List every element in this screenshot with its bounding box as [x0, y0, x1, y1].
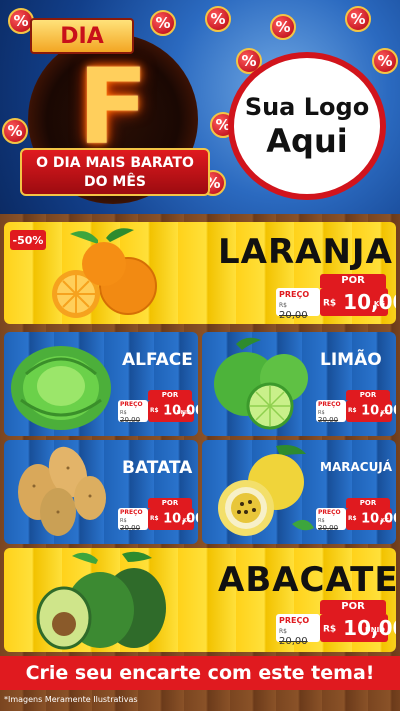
price-tag: POR PREÇO R$ 20,00 R$ 10,00 KG: [316, 498, 396, 534]
slogan-ribbon: O DIA MAIS BARATO DO MÊS: [20, 148, 210, 196]
old-price-value: 20,00: [279, 636, 308, 647]
currency: R$: [323, 298, 337, 309]
por-label: POR: [346, 498, 390, 508]
product-name: ABACATE: [218, 560, 396, 600]
new-price-value: 10,00: [163, 511, 198, 527]
preco-label: PREÇO: [318, 401, 341, 408]
unit: KG: [381, 410, 389, 416]
lettuce-icon: [11, 346, 111, 430]
lime-icon: [214, 337, 308, 430]
product-name: LARANJA: [218, 232, 393, 272]
currency: R$: [348, 408, 357, 414]
new-price-value: 10,00: [361, 511, 396, 527]
product-name: MARACUJÁ: [320, 460, 393, 474]
old-price: PREÇO R$ 20,00: [276, 288, 320, 321]
product-name: ALFACE: [122, 350, 193, 370]
big-f-letter: F: [77, 46, 149, 168]
preco-label: PREÇO: [279, 616, 310, 625]
old-price-value: 20,00: [279, 310, 308, 321]
new-price: R$ 10,00 UNID: [320, 614, 396, 642]
unit: KG: [373, 300, 385, 308]
unit: UNID: [176, 410, 191, 416]
product-name: BATATA: [122, 458, 193, 478]
discount-badge: -50%: [10, 230, 46, 250]
logo-placeholder[interactable]: Sua Logo Aqui: [228, 52, 386, 200]
percent-coin-icon: %: [2, 118, 28, 144]
preco-label: PREÇO: [318, 509, 341, 516]
new-price-value: 10,00: [343, 290, 396, 314]
passion-fruit-icon: [218, 445, 314, 536]
orange-fruit-icon: [52, 228, 157, 318]
old-price-value: 20,00: [318, 524, 339, 532]
unit: UNID: [365, 626, 385, 634]
currency: R$: [150, 516, 159, 522]
dia-label: DIA: [30, 18, 134, 54]
old-price: PREÇO R$ 20,00: [118, 508, 148, 532]
por-label: POR: [346, 390, 390, 400]
unit: KG: [381, 518, 389, 524]
por-label: POR: [320, 274, 386, 288]
old-price: PREÇO R$ 20,00: [316, 400, 346, 424]
cta-text: Crie seu encarte com este tema!: [25, 662, 375, 684]
preco-label: PREÇO: [279, 290, 310, 299]
new-price: R$ 10,00 KG: [320, 288, 396, 316]
old-price-value: 20,00: [318, 416, 339, 424]
logo-line-1: Sua Logo: [244, 93, 370, 121]
old-price: PREÇO R$ 20,00: [118, 400, 148, 424]
percent-coin-icon: %: [372, 48, 398, 74]
percent-coin-icon: %: [205, 6, 231, 32]
old-price: PREÇO R$ 20,00: [276, 614, 320, 647]
product-card-limao[interactable]: LIMÃO POR PREÇO R$ 20,00 R$ 10,00 KG: [202, 332, 396, 436]
header-banner: % % % % % % % % % % F DIA O DIA MAIS BAR…: [0, 0, 400, 222]
currency: R$: [348, 516, 357, 522]
product-card-batata[interactable]: BATATA POR PREÇO R$ 20,00 R$ 10,00 KG: [4, 440, 198, 544]
product-card-alface[interactable]: ALFACE POR PREÇO R$ 20,00 R$ 10,00 UNID: [4, 332, 198, 436]
percent-coin-icon: %: [270, 14, 296, 40]
percent-coin-icon: %: [345, 6, 371, 32]
price-tag: POR PREÇO R$ 20,00 R$ 10,00 UNID: [118, 390, 198, 426]
new-price-value: 10,00: [361, 403, 396, 419]
logo-line-2: Aqui: [266, 122, 348, 160]
preco-label: PREÇO: [120, 509, 143, 516]
por-label: POR: [320, 600, 386, 614]
old-price-value: 20,00: [120, 416, 141, 424]
currency: R$: [323, 624, 337, 635]
price-tag: POR PREÇO R$ 20,00 R$ 10,00 UNID: [276, 600, 396, 647]
avocado-icon: [36, 551, 166, 650]
unit: KG: [183, 518, 191, 524]
potato-icon: [18, 446, 106, 536]
new-price: R$ 10,00 UNID: [148, 400, 198, 422]
old-price-value: 20,00: [120, 524, 141, 532]
currency: R$: [150, 408, 159, 414]
product-name: LIMÃO: [320, 350, 382, 370]
slogan-line-1: O DIA MAIS BARATO: [36, 155, 194, 171]
product-card-abacate[interactable]: ABACATE POR PREÇO R$ 20,00 R$ 10,00 UNID: [4, 548, 396, 652]
new-price: R$ 10,00 KG: [148, 508, 198, 530]
slogan-line-2: DO MÊS: [84, 174, 146, 190]
por-label: POR: [148, 390, 192, 400]
percent-coin-icon: %: [150, 10, 176, 36]
product-card-maracuja[interactable]: MARACUJÁ POR PREÇO R$ 20,00 R$ 10,00 KG: [202, 440, 396, 544]
price-tag: POR PREÇO R$ 20,00 R$ 10,00 KG: [118, 498, 198, 534]
old-price: PREÇO R$ 20,00: [316, 508, 346, 532]
preco-label: PREÇO: [120, 401, 143, 408]
cta-banner[interactable]: Crie seu encarte com este tema!: [0, 656, 400, 690]
price-tag: POR PREÇO R$ 20,00 R$ 10,00 KG: [316, 390, 396, 426]
por-label: POR: [148, 498, 192, 508]
product-card-laranja[interactable]: -50% LARANJA POR PREÇO R$ 20,00 R$ 10,00…: [4, 222, 396, 324]
old-price-currency: R$: [279, 628, 287, 635]
new-price: R$ 10,00 KG: [346, 508, 396, 530]
disclaimer-text: *Imagens Meramente Ilustrativas: [4, 695, 138, 704]
new-price: R$ 10,00 KG: [346, 400, 396, 422]
old-price-currency: R$: [279, 302, 287, 309]
price-tag: POR PREÇO R$ 20,00 R$ 10,00 KG: [276, 274, 396, 321]
